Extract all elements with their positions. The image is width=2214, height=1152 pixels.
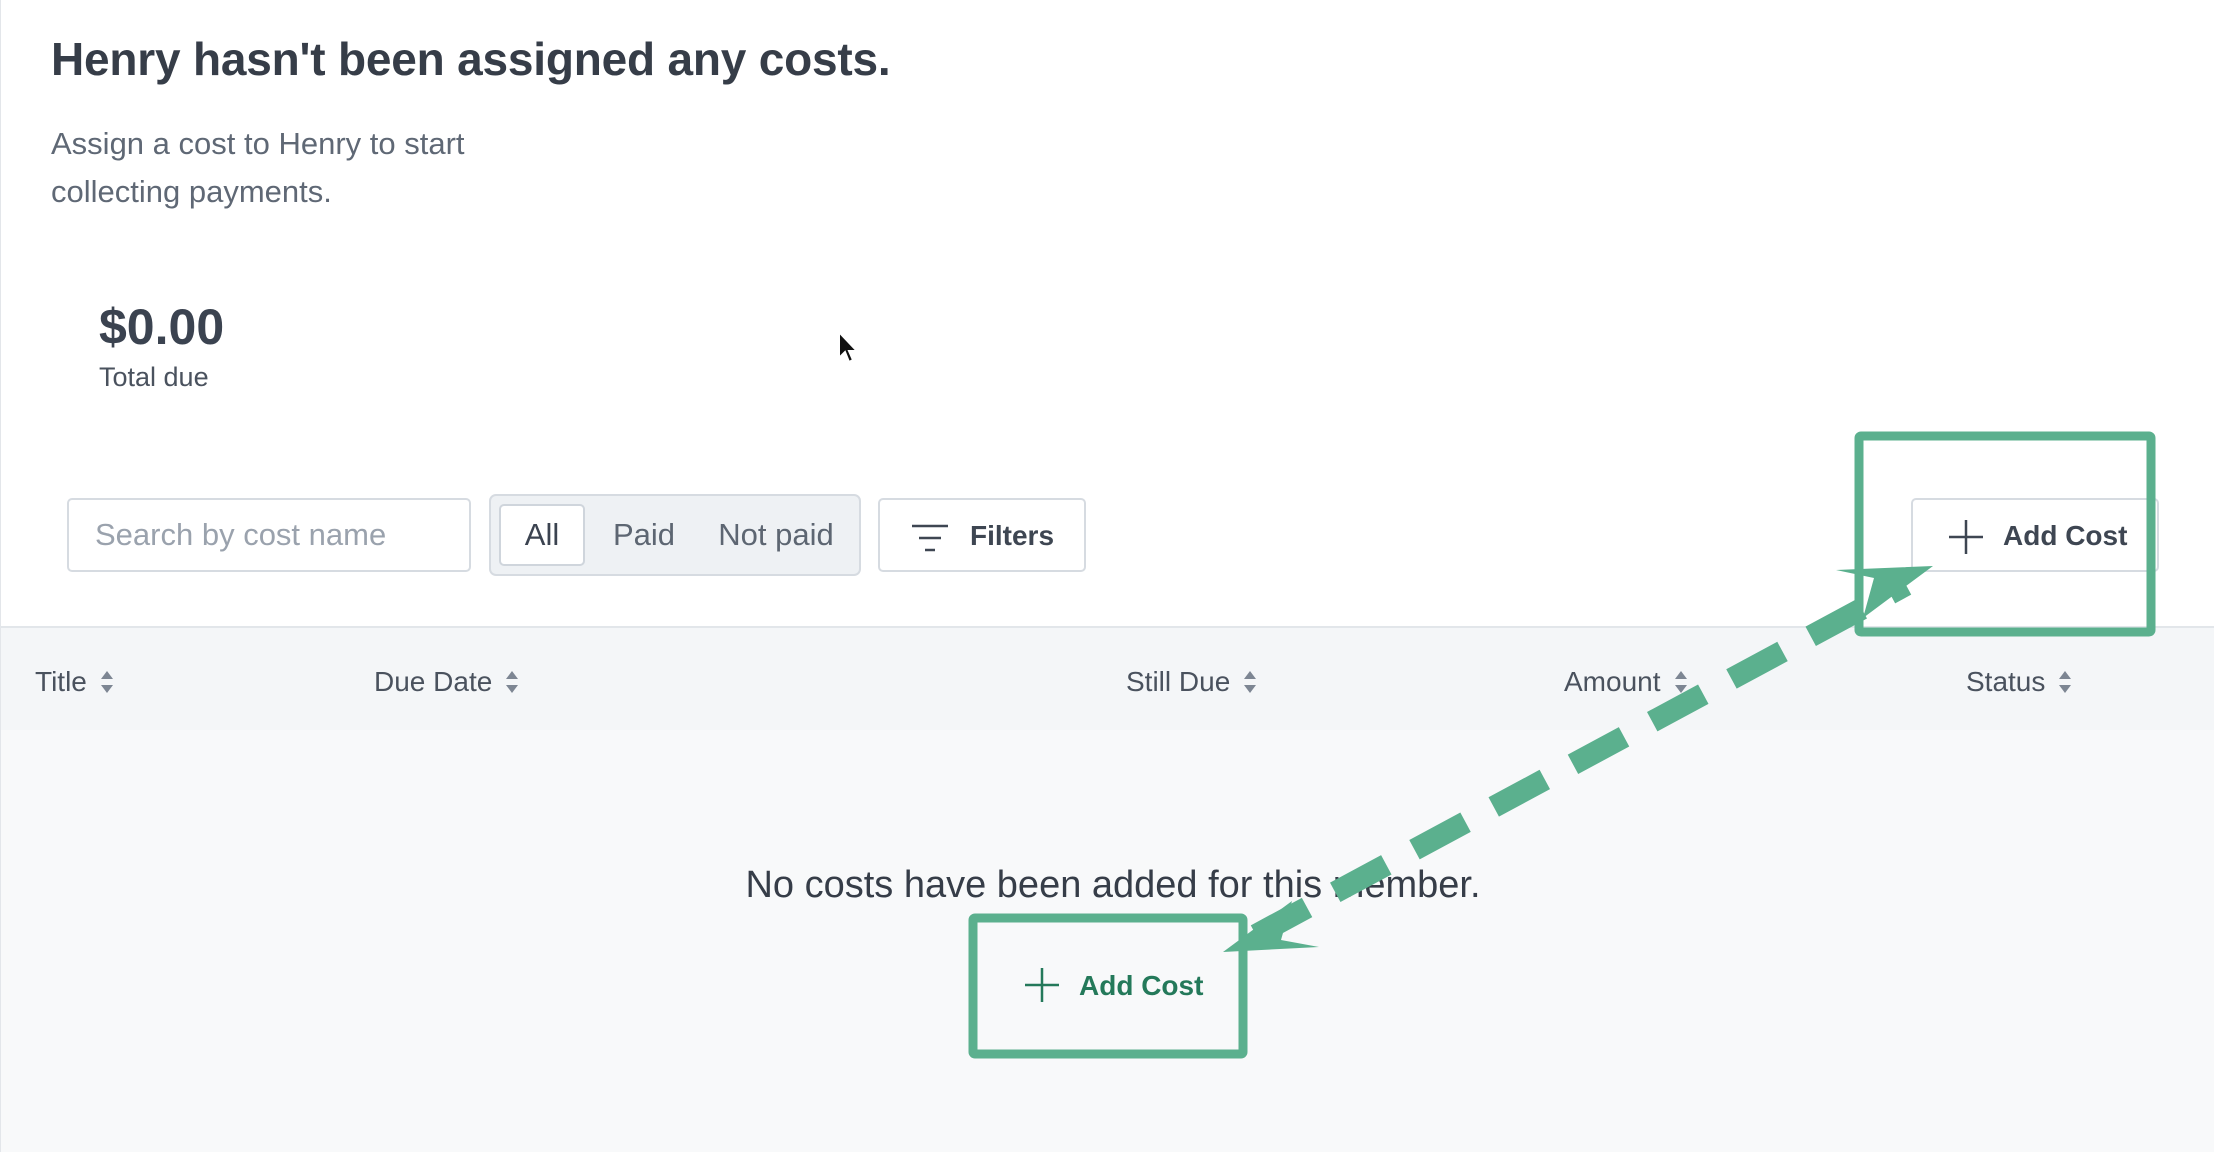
sort-arrows-icon (1674, 671, 1687, 693)
column-header-label: Status (1966, 666, 2046, 697)
member-costs-page: Henry hasn't been assigned any costs. As… (0, 0, 2214, 1152)
filter-lines-icon (912, 524, 948, 552)
empty-state-add-cost-button[interactable]: Add Cost (1001, 950, 1225, 1022)
total-due-label: Total due (99, 362, 209, 392)
search-input[interactable] (67, 498, 471, 572)
payment-status-toggle: All Paid Not paid (489, 494, 861, 576)
column-header-label: Still Due (1126, 666, 1231, 697)
page-subtitle: Assign a cost to Henry to start collecti… (51, 126, 465, 209)
costs-table-body (1, 730, 2214, 1152)
total-due-amount: $0.00 (99, 299, 225, 355)
column-header-label: Due Date (374, 666, 493, 697)
plus-icon (1025, 968, 1059, 1002)
column-header-amount[interactable]: Amount (1564, 666, 1689, 698)
add-cost-button[interactable]: Add Cost (1911, 498, 2159, 572)
page-title: Henry hasn't been assigned any costs. (51, 33, 891, 85)
add-cost-button-label: Add Cost (2003, 520, 2128, 551)
empty-state-add-cost-label: Add Cost (1079, 970, 1204, 1001)
sort-arrows-icon (1244, 671, 1257, 693)
segment-paid[interactable]: Paid (591, 504, 697, 566)
column-header-label: Amount (1564, 666, 1661, 697)
segment-not-paid[interactable]: Not paid (701, 504, 851, 566)
empty-state-message: No costs have been added for this member… (745, 864, 1481, 906)
filters-button[interactable]: Filters (878, 498, 1086, 572)
column-header-due-date[interactable]: Due Date (374, 666, 520, 698)
sort-arrows-icon (100, 671, 113, 693)
sort-arrows-icon (2059, 671, 2072, 693)
plus-icon (1949, 520, 1983, 554)
column-header-label: Title (35, 666, 87, 697)
segment-all[interactable]: All (499, 504, 585, 566)
arrowhead-top (1836, 566, 1933, 618)
mouse-cursor-icon (838, 330, 860, 364)
filters-button-label: Filters (970, 520, 1055, 551)
column-header-title[interactable]: Title (35, 666, 115, 698)
sort-arrows-icon (506, 671, 519, 693)
column-header-still-due[interactable]: Still Due (1126, 666, 1258, 698)
column-header-status[interactable]: Status (1966, 666, 2073, 698)
costs-table-header: Title Due Date Still Due Amount Status (1, 626, 2214, 730)
